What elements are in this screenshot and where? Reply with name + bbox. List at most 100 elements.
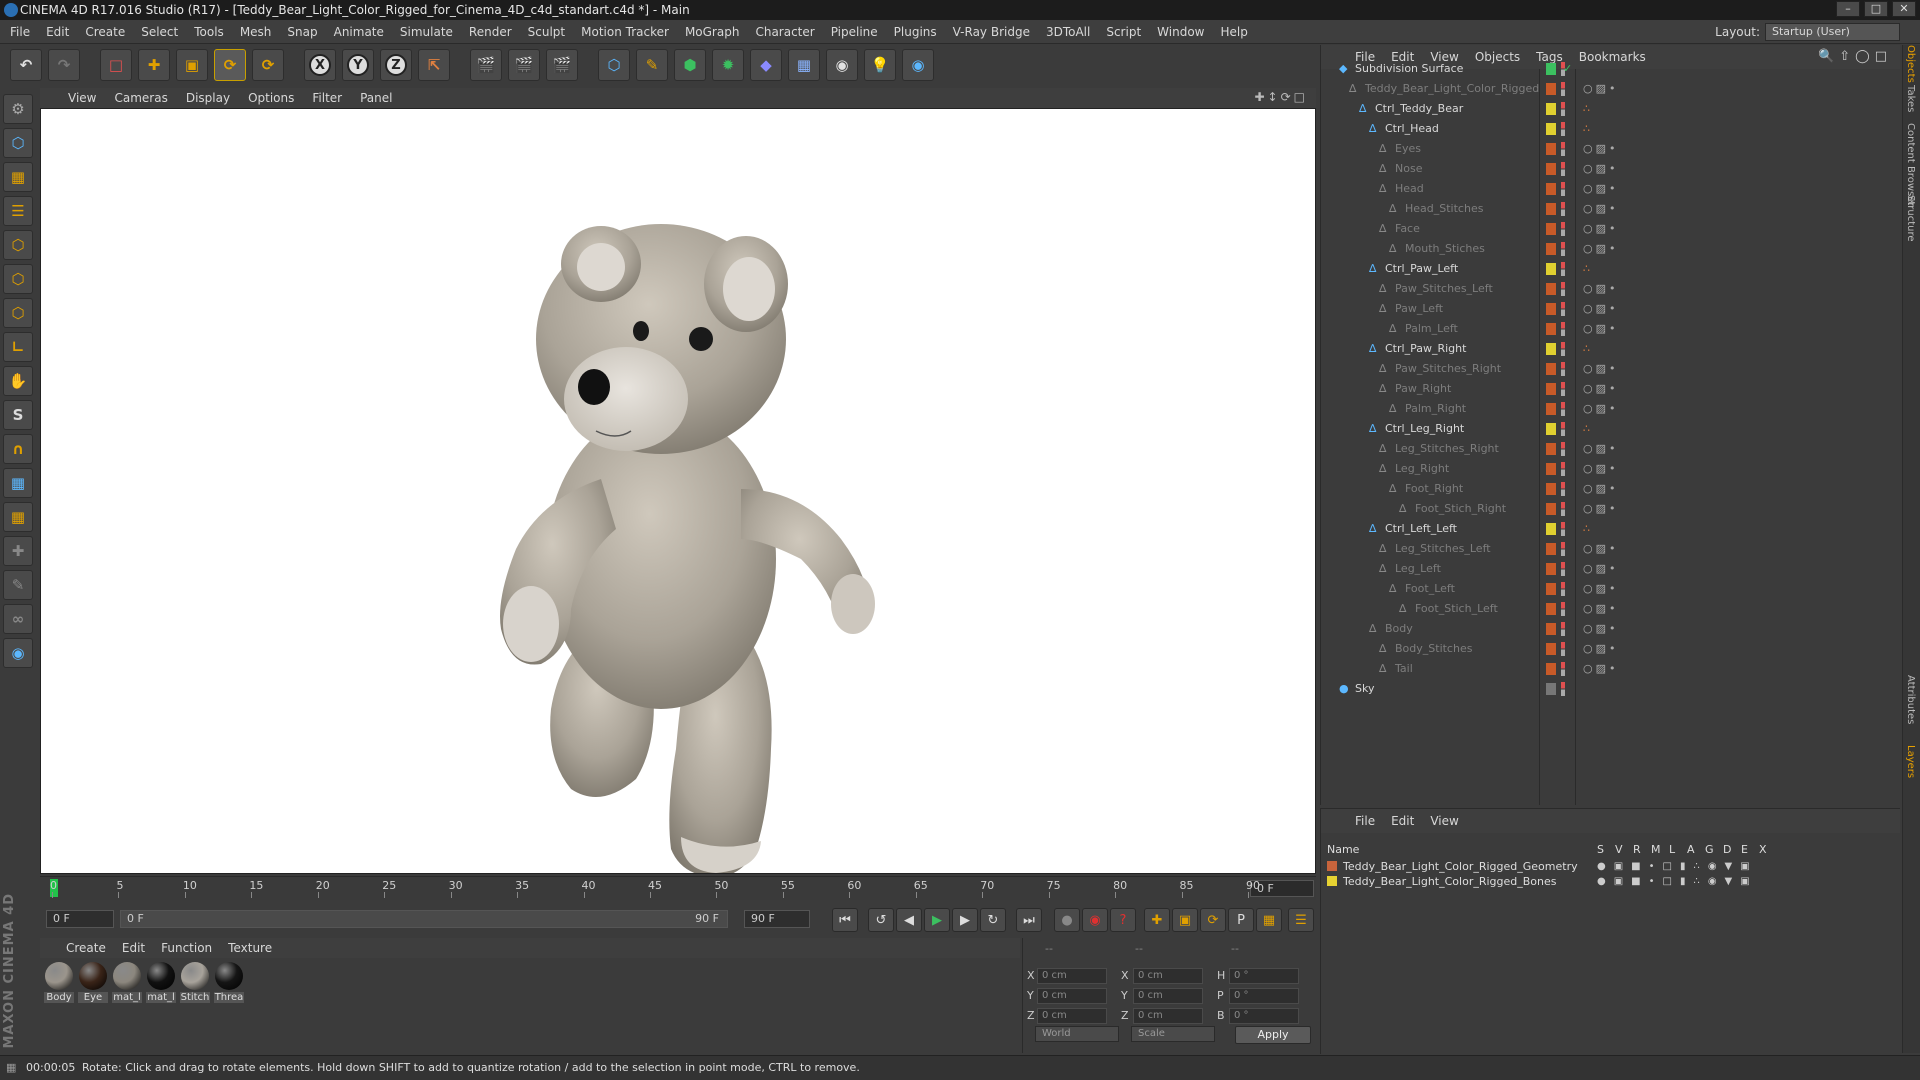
position-y-field[interactable]: 0 cm xyxy=(1037,988,1107,1004)
right-tab-content-browser[interactable]: Content Browser xyxy=(1905,123,1916,206)
object-row[interactable]: ∆ Ctrl_Left_Left ∴ xyxy=(1321,519,1901,539)
viewport-menu-view[interactable]: View xyxy=(68,91,96,105)
visibility-dots[interactable] xyxy=(1561,162,1565,176)
menu-animate[interactable]: Animate xyxy=(334,25,384,39)
layer-toggle-icons[interactable]: ●▣■•□▮∴◉▼▣ xyxy=(1597,859,1758,874)
visibility-dots[interactable] xyxy=(1561,522,1565,536)
size-y-field[interactable]: 0 cm xyxy=(1133,988,1203,1004)
visibility-dots[interactable] xyxy=(1561,342,1565,356)
coordinate-mode-select[interactable]: World xyxy=(1035,1026,1119,1042)
visibility-dots[interactable] xyxy=(1561,462,1565,476)
object-row[interactable]: ∆ Foot_Right ○▨• xyxy=(1321,479,1901,499)
paint-icon[interactable]: ✚ xyxy=(3,536,33,566)
menu-create[interactable]: Create xyxy=(85,25,125,39)
object-row[interactable]: ∆ Leg_Stitches_Left ○▨• xyxy=(1321,539,1901,559)
layer-toggle-icons[interactable]: ●▣■•□▮∴◉▼▣ xyxy=(1597,874,1758,889)
visibility-dots[interactable] xyxy=(1561,262,1565,276)
visibility-dots[interactable] xyxy=(1561,622,1565,636)
grid-snap-icon[interactable]: ▦ xyxy=(3,502,33,532)
texture-mode-icon[interactable]: ▦ xyxy=(3,162,33,192)
previous-frame-icon[interactable]: ◀ xyxy=(896,908,922,932)
render-picture-viewer-icon[interactable]: 🎬 xyxy=(508,49,540,81)
rotate-icon[interactable]: ⟳ xyxy=(214,49,246,81)
size-z-field[interactable]: 0 cm xyxy=(1133,1008,1203,1024)
maximize-button[interactable]: □ xyxy=(1864,1,1888,17)
edges-mode-icon[interactable]: ⬡ xyxy=(3,264,33,294)
deformer-icon[interactable]: ◆ xyxy=(750,49,782,81)
layer-menu-edit[interactable]: Edit xyxy=(1391,814,1414,828)
light-icon[interactable]: 💡 xyxy=(864,49,896,81)
object-row[interactable]: ● Sky xyxy=(1321,679,1901,699)
end-frame-field[interactable]: 90 F xyxy=(744,910,810,928)
visibility-dots[interactable] xyxy=(1561,602,1565,616)
visibility-dots[interactable] xyxy=(1561,362,1565,376)
grid-lock-icon[interactable]: ▦ xyxy=(3,468,33,498)
object-row[interactable]: ∆ Paw_Right ○▨• xyxy=(1321,379,1901,399)
menu-tools[interactable]: Tools xyxy=(194,25,224,39)
previous-key-icon[interactable]: ↺ xyxy=(868,908,894,932)
object-row[interactable]: ∆ Foot_Stich_Right ○▨• xyxy=(1321,499,1901,519)
coordinate-system-icon[interactable]: ⇱ xyxy=(418,49,450,81)
object-row[interactable]: ∆ Leg_Right ○▨• xyxy=(1321,459,1901,479)
position-z-field[interactable]: 0 cm xyxy=(1037,1008,1107,1024)
viewport-menu-display[interactable]: Display xyxy=(186,91,230,105)
undo-icon[interactable]: ↶ xyxy=(10,49,42,81)
render-view-icon[interactable]: 🎬 xyxy=(470,49,502,81)
points-mode-icon[interactable]: ⬡ xyxy=(3,230,33,260)
tweak-mode-icon[interactable]: ✋ xyxy=(3,366,33,396)
menu-motion-tracker[interactable]: Motion Tracker xyxy=(581,25,669,39)
menu-v-ray-bridge[interactable]: V-Ray Bridge xyxy=(953,25,1030,39)
object-row[interactable]: ∆ Face ○▨• xyxy=(1321,219,1901,239)
x-axis-lock-icon[interactable]: X xyxy=(304,49,336,81)
object-row[interactable]: ∆ Paw_Left ○▨• xyxy=(1321,299,1901,319)
object-row[interactable]: ∆ Ctrl_Paw_Right ∴ xyxy=(1321,339,1901,359)
menu-select[interactable]: Select xyxy=(141,25,178,39)
material-menu-texture[interactable]: Texture xyxy=(228,941,272,955)
material-swatch[interactable]: Eye xyxy=(78,962,108,1003)
right-tab-attributes[interactable]: Attributes xyxy=(1905,675,1916,724)
object-row[interactable]: ∆ Paw_Stitches_Right ○▨• xyxy=(1321,359,1901,379)
visibility-dots[interactable] xyxy=(1561,102,1565,116)
object-row[interactable]: ◆ Subdivision Surface ✓ xyxy=(1321,59,1901,79)
menu-simulate[interactable]: Simulate xyxy=(400,25,453,39)
visibility-dots[interactable] xyxy=(1561,562,1565,576)
scale-key-icon[interactable]: ▣ xyxy=(1172,908,1198,932)
visibility-dots[interactable] xyxy=(1561,662,1565,676)
axis-mode-icon[interactable]: ∟ xyxy=(3,332,33,362)
right-tab-objects[interactable]: Objects xyxy=(1905,45,1916,83)
python-icon[interactable]: ◉ xyxy=(902,49,934,81)
enabled-check-icon[interactable]: ✓ xyxy=(1563,59,1572,79)
menu-3dtoall[interactable]: 3DToAll xyxy=(1046,25,1090,39)
layer-row[interactable]: Teddy_Bear_Light_Color_Rigged_Geometry ●▣… xyxy=(1321,859,1901,874)
play-icon[interactable]: ▶ xyxy=(924,908,950,932)
visibility-dots[interactable] xyxy=(1561,542,1565,556)
object-row[interactable]: ∆ Ctrl_Paw_Left ∴ xyxy=(1321,259,1901,279)
snap-icon[interactable]: S xyxy=(3,400,33,430)
next-key-icon[interactable]: ↻ xyxy=(980,908,1006,932)
magnet-icon[interactable]: ∩ xyxy=(3,434,33,464)
rotation-h-field[interactable]: 0 ° xyxy=(1229,968,1299,984)
object-row[interactable]: ∆ Palm_Left ○▨• xyxy=(1321,319,1901,339)
object-row[interactable]: ∆ Head ○▨• xyxy=(1321,179,1901,199)
visibility-dots[interactable] xyxy=(1561,382,1565,396)
parameter-key-icon[interactable]: P xyxy=(1228,908,1254,932)
menu-plugins[interactable]: Plugins xyxy=(894,25,937,39)
menu-mograph[interactable]: MoGraph xyxy=(685,25,740,39)
keyframe-selection-icon[interactable]: ? xyxy=(1110,908,1136,932)
make-editable-icon[interactable]: ⚙ xyxy=(3,94,33,124)
redo-icon[interactable]: ↷ xyxy=(48,49,80,81)
layout-select[interactable]: Startup (User) xyxy=(1765,23,1900,41)
next-frame-icon[interactable]: ▶ xyxy=(952,908,978,932)
object-row[interactable]: ∆ Teddy_Bear_Light_Color_Rigged ○▨• xyxy=(1321,79,1901,99)
floor-icon[interactable]: ▦ xyxy=(788,49,820,81)
go-to-start-icon[interactable]: ⏮ xyxy=(832,908,858,932)
visibility-dots[interactable] xyxy=(1561,442,1565,456)
start-frame-field[interactable]: 0 F xyxy=(46,910,114,928)
object-row[interactable]: ∆ Head_Stitches ○▨• xyxy=(1321,199,1901,219)
menu-edit[interactable]: Edit xyxy=(46,25,69,39)
rotation-p-field[interactable]: 0 ° xyxy=(1229,988,1299,1004)
object-row[interactable]: ∆ Body_Stitches ○▨• xyxy=(1321,639,1901,659)
material-swatch[interactable]: Stitch xyxy=(180,962,210,1003)
material-swatch[interactable]: Threa xyxy=(214,962,244,1003)
rotation-key-icon[interactable]: ⟳ xyxy=(1200,908,1226,932)
